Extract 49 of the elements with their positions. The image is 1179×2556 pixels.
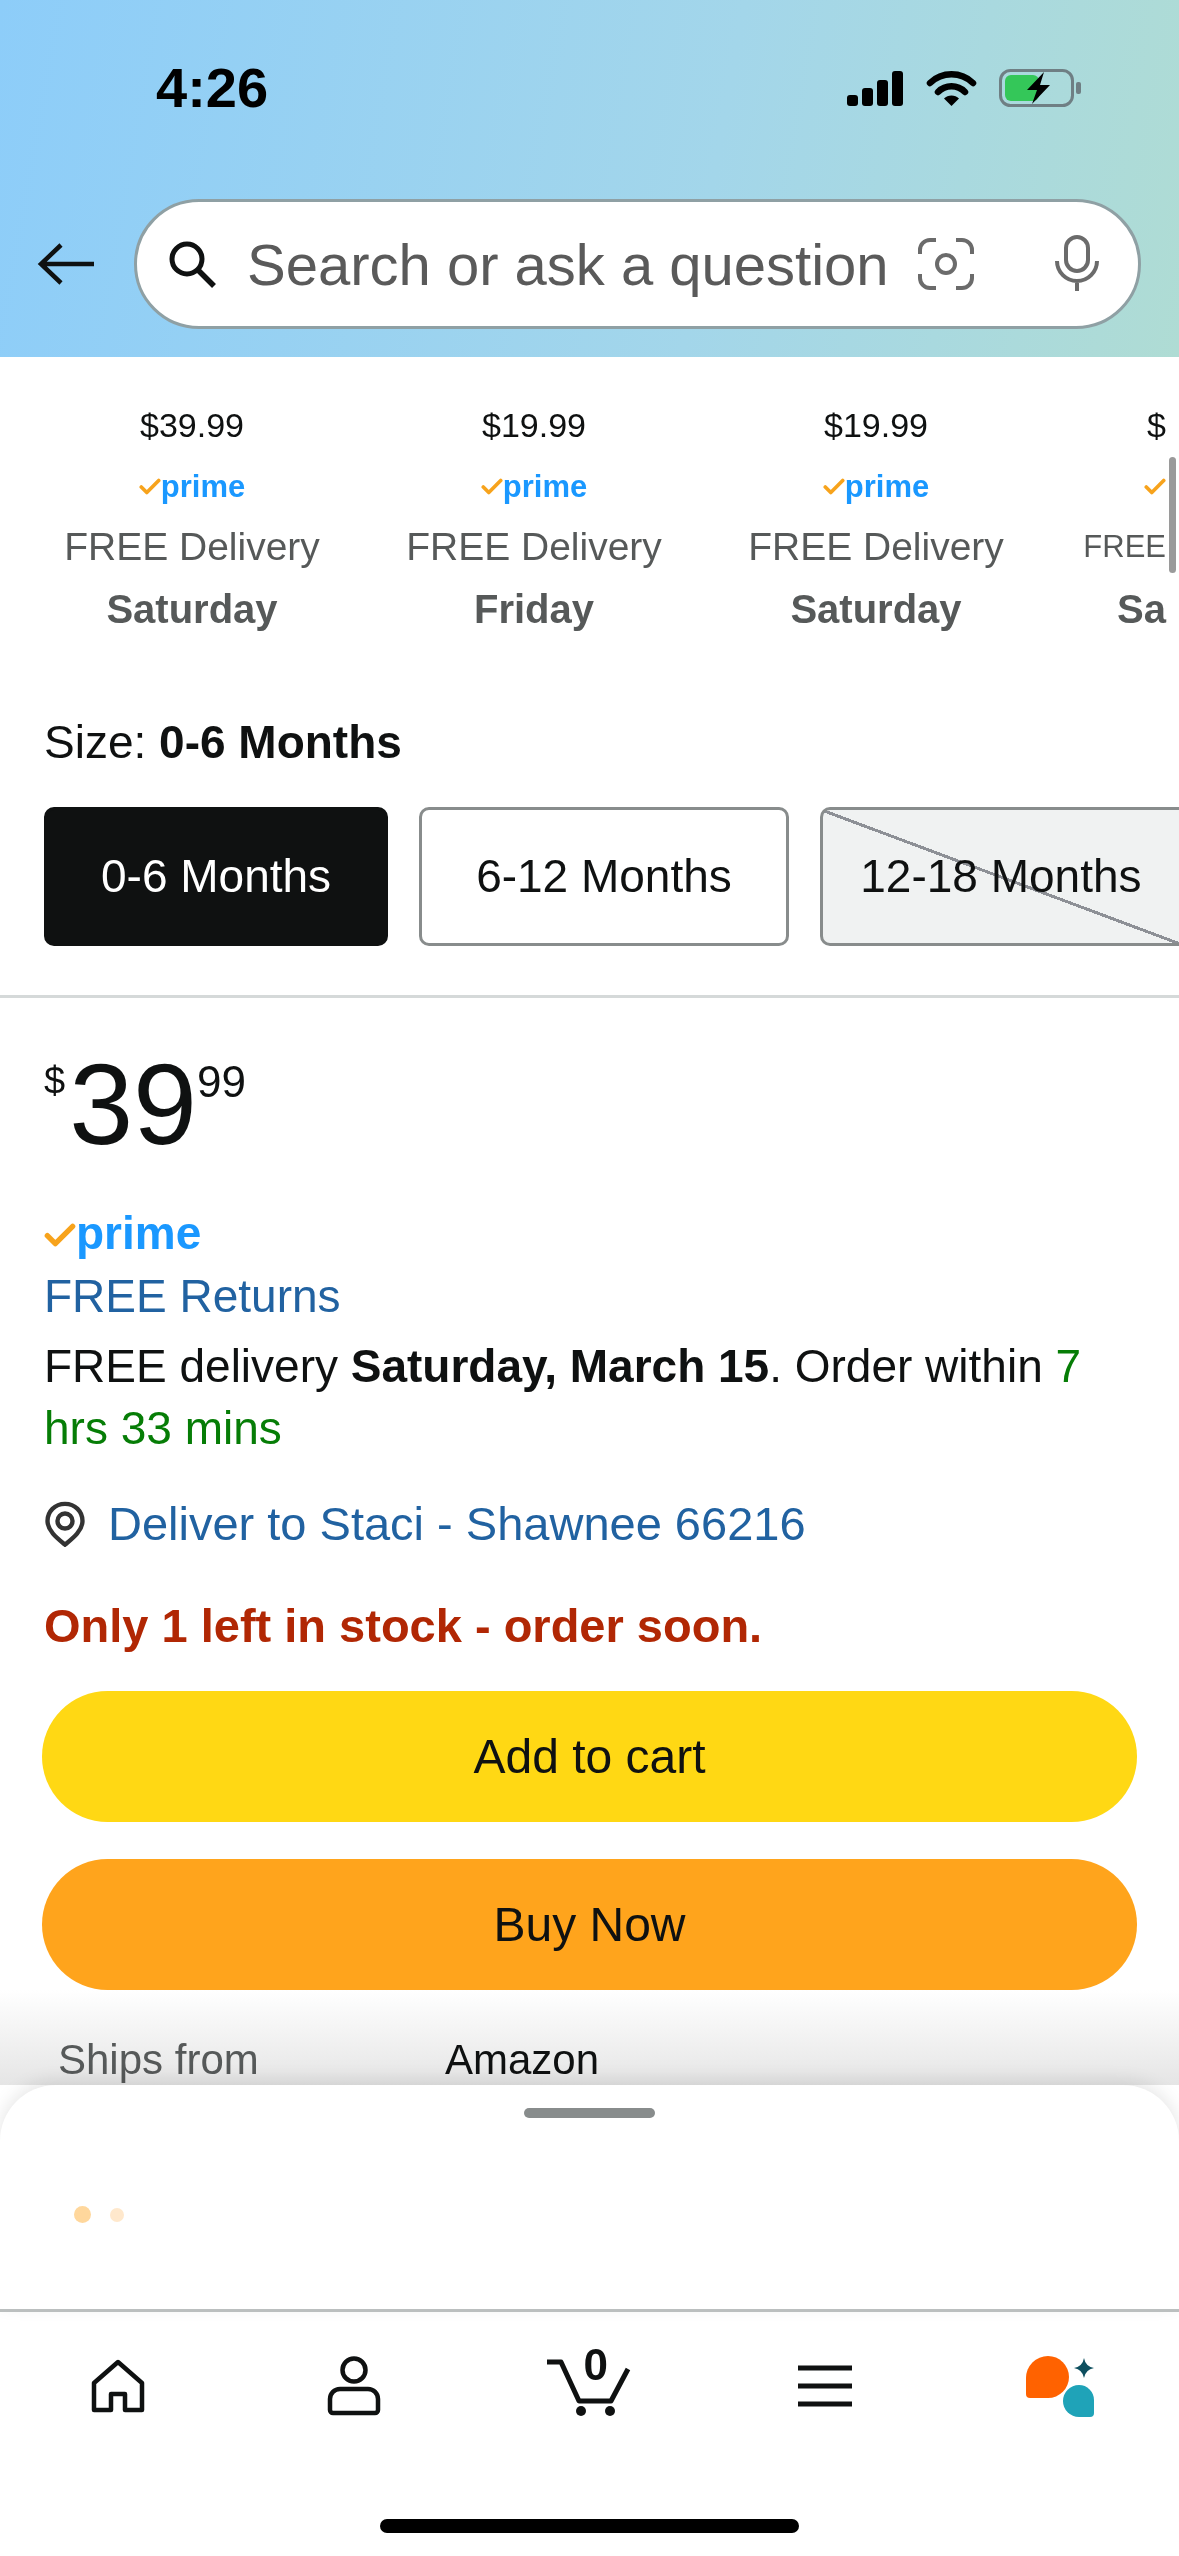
battery-charging-icon: [999, 69, 1081, 107]
prime-label: prime: [502, 470, 588, 502]
signal-icon: [847, 70, 904, 106]
prime-check-icon: [1144, 477, 1166, 495]
wifi-icon: [926, 69, 977, 107]
menu-icon[interactable]: [797, 2364, 854, 2408]
status-time: 4:26: [156, 60, 269, 116]
buy-now-button[interactable]: Buy Now: [42, 1859, 1137, 1990]
scan-icon[interactable]: [918, 238, 974, 290]
prime-check-icon: [44, 1222, 76, 1248]
account-icon[interactable]: [326, 2356, 381, 2416]
variant-price: $19.99: [482, 405, 586, 445]
size-option[interactable]: 0-6 Months: [44, 807, 389, 946]
variant-delivery: FREE Delivery: [406, 524, 662, 570]
stock-warning: Only 1 left in stock - order soon.: [44, 1598, 763, 1654]
variant-price: $39.99: [140, 405, 244, 445]
variant-delivery-day: Saturday: [106, 578, 278, 640]
ships-from-label: Ships from: [58, 2037, 260, 2083]
variant-price: $: [1147, 405, 1166, 445]
mic-icon[interactable]: [1052, 235, 1102, 293]
variant-delivery: FREE Delivery: [64, 524, 320, 570]
prime-check-icon: [822, 477, 845, 495]
size-option[interactable]: 6-12 Months: [419, 807, 789, 946]
variant-delivery-day: Friday: [473, 578, 594, 640]
back-icon[interactable]: [36, 242, 96, 286]
cart-count: 0: [583, 2343, 608, 2387]
search-bar[interactable]: Search or ask a question: [134, 199, 1141, 329]
deliver-to-link[interactable]: Deliver to Staci - Shawnee 66216: [108, 1493, 806, 1555]
prime-check-icon: [480, 477, 503, 495]
location-pin-icon: [44, 1501, 86, 1547]
prime-label: prime: [844, 470, 930, 502]
chat-bubbles-icon[interactable]: [1026, 2355, 1097, 2417]
returns-link[interactable]: FREE Returns: [44, 1265, 341, 1327]
search-icon: [167, 239, 217, 289]
variant-delivery: FREE Delivery: [748, 524, 1004, 570]
ships-from-value: Amazon: [445, 2037, 600, 2083]
add-to-cart-button[interactable]: Add to cart: [42, 1691, 1137, 1822]
delivery-message: FREE delivery Saturday, March 15. Order within 7 hrs 33 mins: [44, 1339, 1083, 1456]
prime-check-icon: [138, 477, 161, 495]
size-label: Size: 0-6 Months: [43, 715, 403, 770]
search-field[interactable]: Search or ask a question: [247, 220, 908, 308]
home-icon[interactable]: [89, 2359, 146, 2413]
variant-delivery-day: Saturday: [790, 578, 962, 640]
variant-delivery: FREE: [1083, 528, 1166, 566]
prime-label: prime: [160, 470, 246, 502]
sheet-handle[interactable]: [524, 2108, 655, 2118]
variant-price: $19.99: [824, 405, 928, 445]
variant-delivery-day: Sa: [1117, 578, 1166, 640]
size-option[interactable]: 12-18 Months: [819, 807, 1179, 946]
